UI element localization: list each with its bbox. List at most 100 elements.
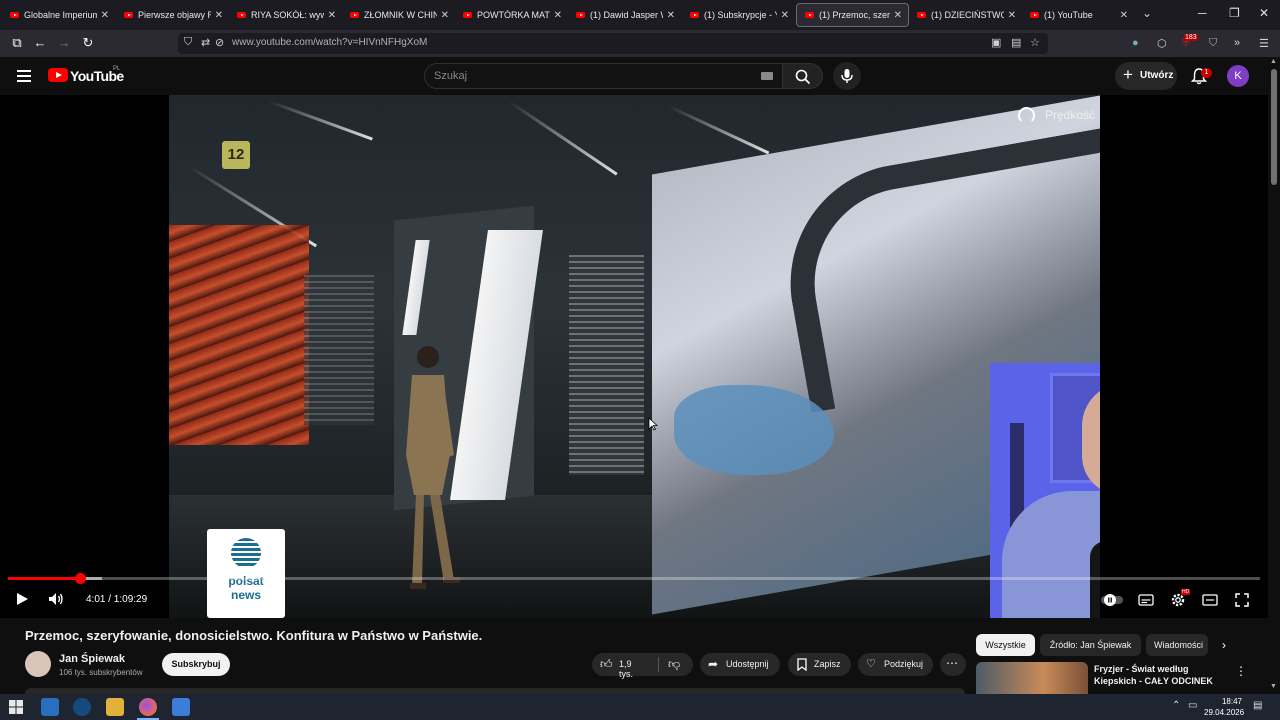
minimize-icon[interactable]: ─ — [1198, 6, 1207, 20]
channel-avatar[interactable] — [25, 651, 51, 677]
page-scrollbar[interactable]: ▲ ▼ — [1268, 57, 1280, 694]
connection-icon[interactable]: ⊘ — [215, 36, 224, 49]
url-text[interactable]: www.youtube.com/watch?v=HIVnNFHgXoM — [232, 37, 427, 48]
close-tab-icon[interactable]: ✕ — [101, 10, 109, 21]
scrollbar-thumb[interactable] — [1271, 69, 1277, 185]
close-window-icon[interactable]: ✕ — [1259, 6, 1269, 20]
dislike-button[interactable]: 👎︎ — [664, 653, 693, 676]
scrubber-handle[interactable] — [75, 573, 86, 584]
reader-view-icon[interactable]: ▤ — [1011, 36, 1021, 49]
miniplayer-icon[interactable] — [1202, 594, 1218, 606]
browser-tab[interactable]: (1) Dawid Jasper WIZ ✕ — [568, 3, 681, 27]
region-code: PL — [113, 66, 121, 72]
speed-overlay-label: Prędkość — [1045, 108, 1096, 122]
heart-dollar-icon: ♡ — [866, 658, 876, 670]
browser-tab[interactable]: Pierwsze objawy RAK ✕ — [116, 3, 229, 27]
close-tab-icon[interactable]: ✕ — [441, 10, 449, 21]
video-frame[interactable]: 12 Prędkość polsat news — [169, 95, 1100, 618]
browser-tab[interactable]: (1) YouTube ✕ — [1022, 3, 1134, 27]
close-tab-icon[interactable]: ✕ — [667, 10, 675, 21]
browser-tab-active[interactable]: (1) Przemoc, szeryfow ✕ — [796, 3, 909, 27]
search-input[interactable]: Szukaj — [424, 63, 783, 89]
monitor-app-icon[interactable] — [41, 698, 59, 716]
fullscreen-icon[interactable] — [1235, 593, 1249, 607]
reload-icon[interactable]: ↻ — [80, 35, 96, 51]
firefox-icon[interactable] — [139, 698, 157, 716]
scroll-down-icon[interactable]: ▼ — [1270, 683, 1277, 690]
subscribe-button[interactable]: Subskrybuj — [162, 653, 230, 676]
extension-badge: 183 — [1184, 34, 1198, 41]
youtube-logo-icon[interactable] — [48, 68, 68, 82]
close-tab-icon[interactable]: ✕ — [554, 10, 562, 21]
share-button[interactable]: ➦ Udostępnij — [700, 653, 780, 676]
browser-tab[interactable]: POWTÓRKA MATURA ✕ — [455, 3, 568, 27]
youtube-favicon-icon — [805, 12, 814, 18]
chevron-right-icon[interactable]: › — [1222, 638, 1226, 652]
overflow-menu-icon[interactable]: » — [1234, 37, 1240, 49]
browser-tab[interactable]: ZŁOMNIK W CHINACH ✕ — [342, 3, 455, 27]
windows-start-icon[interactable] — [9, 700, 23, 714]
extensions-puzzle-icon[interactable]: ⬡ — [1157, 37, 1167, 50]
browser-tab[interactable]: (1) Subskrypcje - You ✕ — [682, 3, 795, 27]
more-actions-button[interactable]: ⋯ — [940, 653, 966, 676]
play-icon[interactable] — [15, 592, 29, 606]
steam-icon[interactable] — [73, 698, 91, 716]
chip-source[interactable]: Źródło: Jan Śpiewak — [1040, 634, 1141, 656]
more-vertical-icon[interactable]: ⋮ — [1235, 664, 1247, 678]
progress-bar[interactable] — [8, 573, 1260, 584]
system-clock[interactable]: 18:47 29.04.2026 — [1204, 696, 1244, 718]
scroll-up-icon[interactable]: ▲ — [1270, 58, 1277, 65]
studio-wall-left — [169, 225, 309, 445]
video-player[interactable]: 12 Prędkość polsat news 4:01 / 1:09:29 H… — [0, 95, 1268, 618]
list-all-tabs-icon[interactable]: ⌄ — [1142, 6, 1152, 20]
maximize-icon[interactable]: ❐ — [1229, 6, 1240, 20]
tab-title: ZŁOMNIK W CHINACH — [364, 10, 437, 20]
back-icon[interactable]: ← — [32, 35, 48, 51]
close-tab-icon[interactable]: ✕ — [215, 10, 223, 21]
close-tab-icon[interactable]: ✕ — [894, 10, 902, 21]
browser-tab[interactable]: (1) DZIECIŃSTWO NA ✕ — [909, 3, 1022, 27]
forward-icon[interactable]: → — [56, 35, 72, 51]
notification-center-icon[interactable]: ▤ — [1253, 700, 1262, 711]
save-button[interactable]: Zapisz — [788, 653, 851, 676]
save-label: Zapisz — [814, 659, 841, 669]
like-button[interactable]: 👍︎ 1,9 tys. — [592, 653, 638, 679]
share-arrow-icon: ➦ — [708, 657, 719, 671]
clock-time: 18:47 — [1221, 697, 1242, 706]
autoplay-toggle-icon[interactable] — [1101, 594, 1123, 606]
subtitles-icon[interactable] — [1138, 594, 1154, 606]
browser-tab[interactable]: RIYA SOKÓŁ: wywiad, ✕ — [229, 3, 342, 27]
file-explorer-icon[interactable] — [106, 698, 124, 716]
volume-icon[interactable] — [48, 592, 64, 606]
recommendation-thumbnail[interactable] — [976, 662, 1088, 694]
browser-tab[interactable]: Globalne Imperium B ✕ — [2, 3, 115, 27]
chip-all[interactable]: Wszystkie — [976, 634, 1035, 656]
close-tab-icon[interactable]: ✕ — [781, 10, 789, 21]
close-tab-icon[interactable]: ✕ — [328, 10, 336, 21]
calculator-icon[interactable] — [172, 698, 190, 716]
shield-icon[interactable]: ⛉ — [184, 36, 192, 49]
vpn-extension-icon[interactable]: ● — [1132, 37, 1139, 49]
sidebar-toggle-icon[interactable]: ⧉ — [9, 35, 25, 51]
voice-search-button[interactable] — [833, 62, 861, 90]
app-menu-icon[interactable]: ☰ — [1259, 37, 1269, 50]
channel-name[interactable]: Jan Śpiewak — [59, 653, 125, 665]
create-button[interactable]: + Utwórz — [1115, 62, 1177, 90]
plus-icon: + — [1123, 65, 1133, 84]
network-icon[interactable]: ▭ — [1188, 700, 1197, 711]
permissions-icon[interactable]: ⇄ — [201, 36, 210, 49]
bookmark-star-icon[interactable]: ☆ — [1030, 36, 1040, 49]
thanks-button[interactable]: ♡ Podziękuj — [858, 653, 933, 676]
close-tab-icon[interactable]: ✕ — [1120, 10, 1128, 21]
close-tab-icon[interactable]: ✕ — [1008, 10, 1016, 21]
privacy-extension-icon[interactable]: ⛉ — [1209, 37, 1217, 50]
tray-overflow-icon[interactable]: ⌃ — [1172, 700, 1180, 711]
chip-news[interactable]: Wiadomości — [1146, 634, 1208, 656]
search-button[interactable] — [783, 63, 823, 89]
picture-in-picture-icon[interactable]: ▣ — [991, 36, 1001, 49]
screen: Globalne Imperium B ✕ Pierwsze objawy RA… — [0, 0, 1280, 720]
guide-menu-icon[interactable] — [17, 70, 31, 82]
keyboard-icon[interactable] — [761, 72, 773, 80]
address-bar[interactable]: ⛉ ⇄ ⊘ www.youtube.com/watch?v=HIVnNFHgXo… — [178, 33, 1048, 54]
account-avatar[interactable]: K — [1227, 65, 1249, 87]
